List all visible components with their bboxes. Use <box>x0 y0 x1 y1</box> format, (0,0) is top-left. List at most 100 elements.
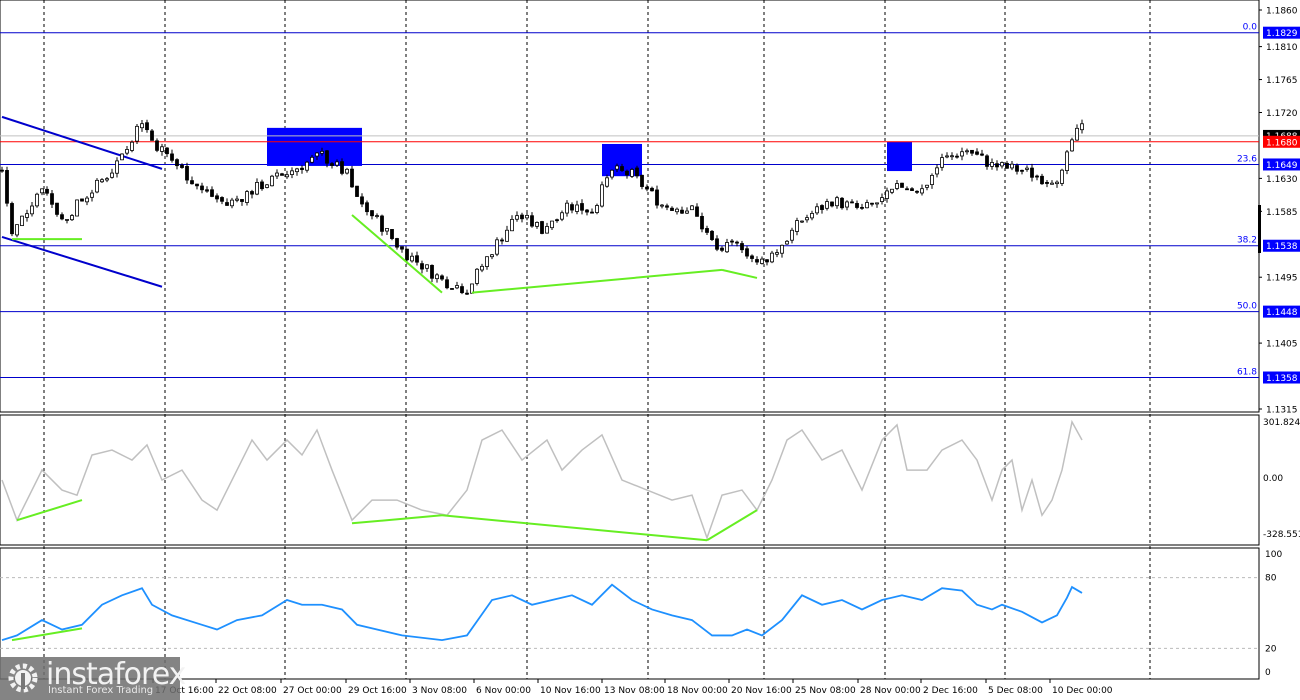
candle-body <box>125 149 129 154</box>
candle-body <box>795 220 799 232</box>
candle-body <box>895 183 899 189</box>
candle-body <box>315 152 319 157</box>
fib-level-label: 0.0 <box>1243 23 1258 33</box>
candle-body <box>725 242 729 253</box>
candle-body <box>160 146 164 152</box>
candle-body <box>715 238 719 250</box>
candle-body <box>820 205 824 210</box>
candle-body <box>35 193 39 207</box>
price-tick-label: 1.1860 <box>1266 7 1298 17</box>
price-tick-label: 1.1405 <box>1266 340 1298 350</box>
candle-body <box>760 258 764 264</box>
candle-body <box>985 155 989 167</box>
price-tick-label: 1.1765 <box>1266 76 1298 86</box>
candle-body <box>705 228 709 233</box>
candle-body <box>745 248 749 257</box>
candle-body <box>910 188 914 191</box>
candle-body <box>420 263 424 270</box>
cci-divergence-line <box>441 514 708 542</box>
candle-body <box>310 156 314 163</box>
candle-body <box>965 150 969 153</box>
candle-body <box>85 197 89 203</box>
candle-body <box>660 204 664 207</box>
stochastic-divergence-line <box>11 627 83 642</box>
candle-body <box>855 203 859 208</box>
channel-line <box>1 115 163 170</box>
candle-body <box>980 153 984 156</box>
candle-body <box>100 179 104 183</box>
candle-body <box>650 187 654 192</box>
candle-body <box>1000 162 1004 167</box>
candle-body <box>75 199 79 217</box>
candle-body <box>1055 181 1059 185</box>
candle-body <box>580 203 584 211</box>
candle-body <box>105 178 109 181</box>
candle-body <box>450 288 454 290</box>
candle-body <box>975 151 979 155</box>
fib-level-label: 38.2 <box>1237 236 1257 246</box>
candle-body <box>5 170 9 204</box>
candle-body <box>115 160 119 174</box>
candle-body <box>940 157 944 168</box>
candle-body <box>460 286 464 294</box>
candle-body <box>60 214 64 220</box>
candle-body <box>245 191 249 203</box>
candle-body <box>1015 165 1019 172</box>
candle-body <box>900 182 904 188</box>
candle-body <box>495 239 499 255</box>
candle-body <box>945 155 949 158</box>
candle-body <box>615 165 619 170</box>
candle-body <box>540 221 544 234</box>
candle-body <box>870 202 874 205</box>
candle-body <box>630 169 634 177</box>
candle-body <box>775 252 779 255</box>
candle-body <box>885 190 889 199</box>
time-tick-label: 10 Nov 16:00 <box>540 686 601 696</box>
candle-body <box>45 188 49 194</box>
candle-body <box>110 172 114 178</box>
candle-body <box>765 259 769 263</box>
price-divergence-line <box>471 268 723 294</box>
candle-body <box>360 196 364 205</box>
candle-body <box>400 246 404 250</box>
candle-body <box>690 205 694 211</box>
candle-body <box>170 153 174 161</box>
candle-body <box>305 161 309 171</box>
candle-body <box>570 204 574 211</box>
time-tick-label: 3 Nov 08:00 <box>412 686 467 696</box>
candle-body <box>1035 175 1039 178</box>
candle-body <box>180 164 184 168</box>
candle-body <box>635 167 639 177</box>
candle-body <box>270 175 274 187</box>
candle-body <box>680 209 684 214</box>
price-divergence-line <box>721 268 758 279</box>
time-tick-label: 6 Nov 00:00 <box>476 686 531 696</box>
candle-body <box>1070 139 1074 152</box>
gear-logo-icon <box>8 663 38 693</box>
candle-body <box>295 168 299 173</box>
cci-tick-label: 0.00 <box>1263 474 1283 484</box>
fib-price-label: 1.1358 <box>1266 374 1298 384</box>
candle-body <box>920 188 924 194</box>
candle-body <box>300 167 304 170</box>
candle-body <box>675 208 679 213</box>
candle-body <box>770 252 774 263</box>
candle-body <box>145 122 149 131</box>
candle-body <box>440 275 444 280</box>
candle-body <box>950 155 954 158</box>
candle-body <box>730 240 734 243</box>
candle-body <box>80 198 84 202</box>
fib-price-label: 1.1538 <box>1266 242 1298 252</box>
candle-body <box>490 254 494 258</box>
candle-body <box>240 199 244 202</box>
time-tick-label: 10 Dec 00:00 <box>1052 686 1113 696</box>
candle-body <box>50 193 54 205</box>
candle-body <box>685 210 689 214</box>
candle-body <box>860 206 864 209</box>
candle-body <box>1050 182 1054 185</box>
candle-body <box>410 255 414 262</box>
candle-body <box>875 202 879 205</box>
supply-zone-rect <box>887 141 912 172</box>
candle-body <box>200 185 204 191</box>
candle-body <box>930 174 934 186</box>
